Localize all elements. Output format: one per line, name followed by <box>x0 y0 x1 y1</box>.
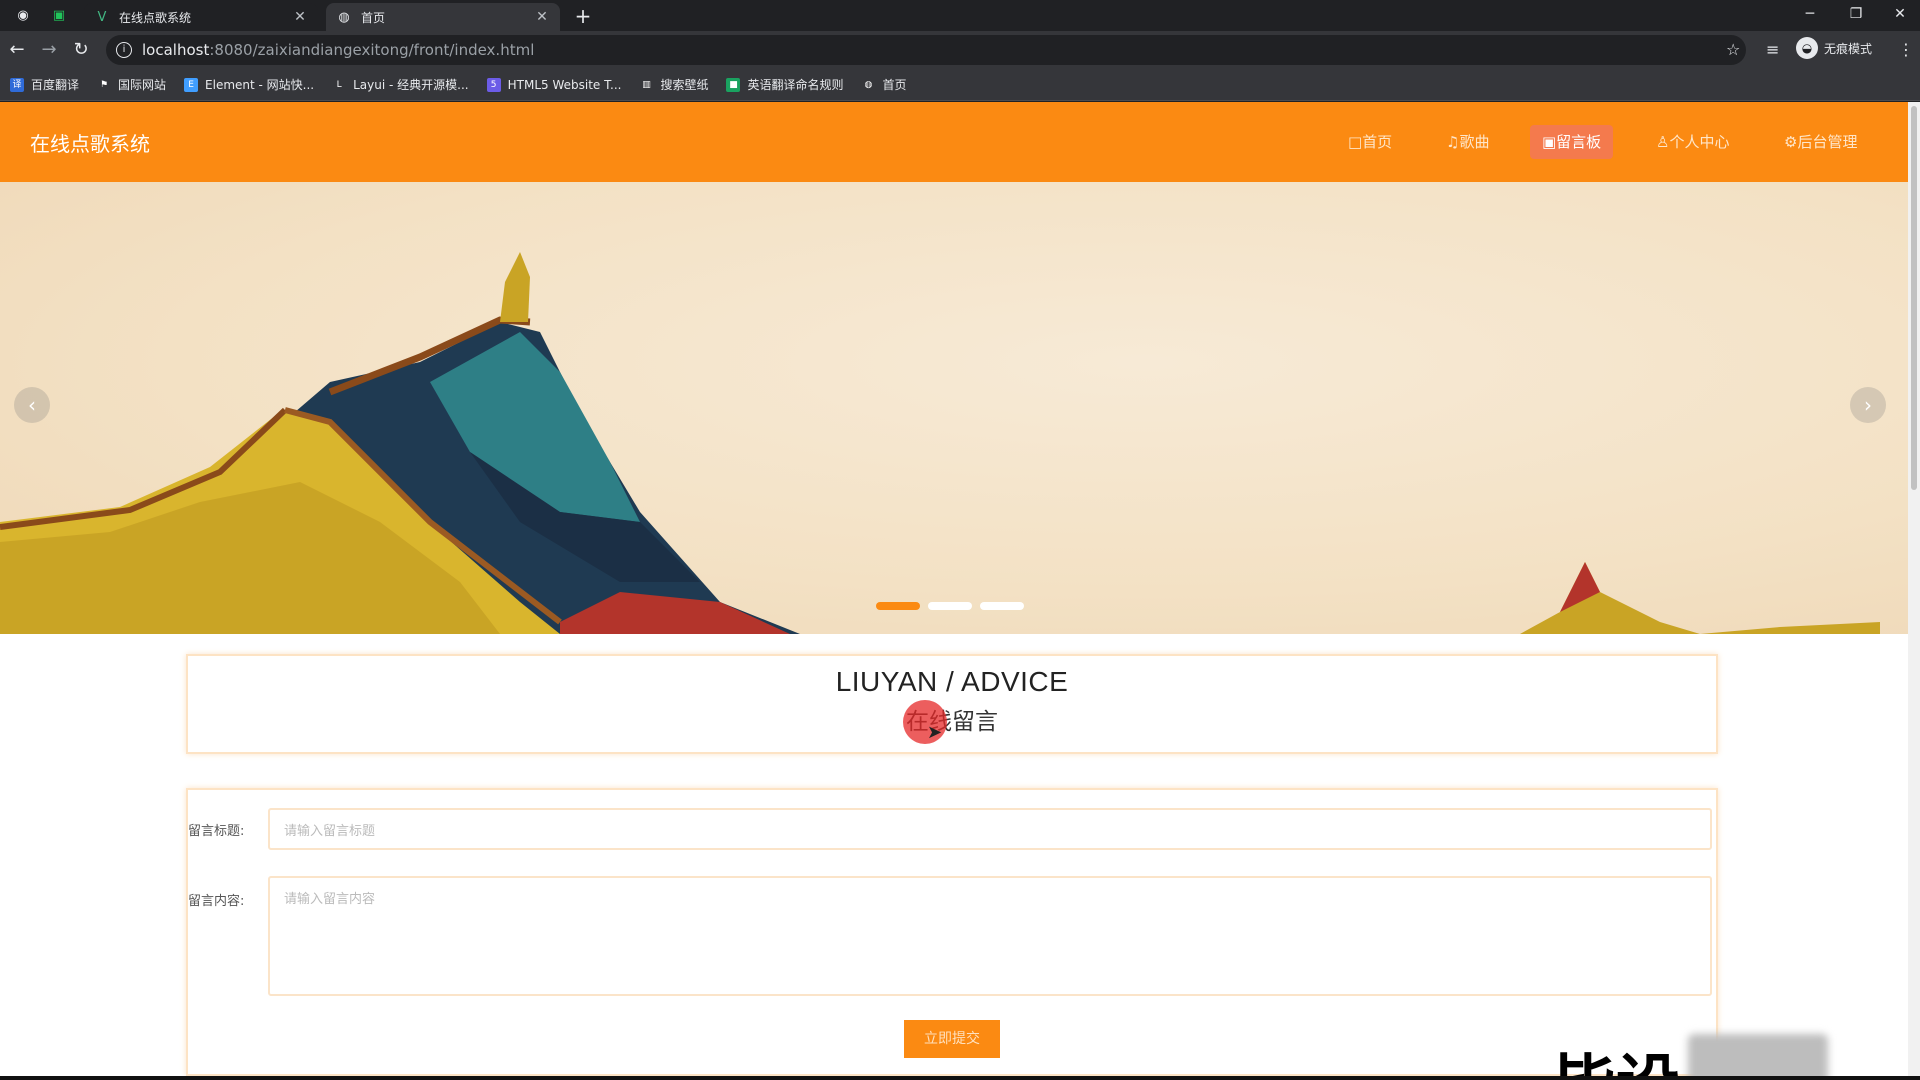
url-host: localhost <box>142 41 210 59</box>
browser-toolbar: ← → ↻ i localhost :8080/zaixiandiangexit… <box>0 31 1920 69</box>
profile-label: 无痕模式 <box>1824 41 1873 56</box>
tab-title: 首页 <box>361 10 386 25</box>
banner-carousel[interactable]: ‹ › <box>0 182 1908 634</box>
content-label: 留言内容: <box>188 894 245 909</box>
page-viewport: 在线点歌系统 □首页 ♫歌曲 ▣留言板 ♙个人中心 ⚙后台管理 ‹ › LIUY… <box>0 102 1908 1076</box>
tab-title: 在线点歌系统 <box>119 10 192 25</box>
palace-roof-image <box>0 252 1880 634</box>
element-icon: E <box>184 77 199 92</box>
close-icon[interactable]: ✕ <box>292 9 308 25</box>
translate-icon: ■ <box>726 77 741 92</box>
carousel-next-button[interactable]: › <box>1850 387 1886 423</box>
star-icon[interactable]: ☆ <box>1726 39 1740 61</box>
incognito-icon: ◒ <box>1796 37 1818 59</box>
watermark-text: 毕设 <box>1552 1034 1680 1076</box>
nav-home[interactable]: □首页 <box>1336 125 1404 159</box>
carousel-dot[interactable] <box>928 602 972 610</box>
bookmark-label: HTML5 Website T... <box>507 77 622 92</box>
info-icon[interactable]: i <box>116 42 132 58</box>
bookmark-naming[interactable]: ■ 英语翻译命名规则 <box>726 76 843 93</box>
mouse-cursor-icon: ➤ <box>927 722 943 743</box>
vue-icon: V <box>97 9 107 25</box>
watermark: 毕设 <box>1552 1034 1828 1076</box>
bookmark-layui[interactable]: L Layui - 经典开源模... <box>332 76 469 93</box>
close-icon[interactable]: ✕ <box>534 9 550 25</box>
scrollbar-thumb[interactable] <box>1911 106 1917 490</box>
carousel-dot[interactable] <box>876 602 920 610</box>
tab-zaixian[interactable]: V 在线点歌系统 ✕ <box>84 3 318 31</box>
bookmark-label: 搜索壁纸 <box>660 78 709 92</box>
bookmark-html5[interactable]: 5 HTML5 Website T... <box>486 77 622 92</box>
bookmark-baidu-translate[interactable]: 译百度翻译 <box>10 76 79 93</box>
site-header: 在线点歌系统 □首页 ♫歌曲 ▣留言板 ♙个人中心 ⚙后台管理 <box>0 102 1908 182</box>
bookmark-home[interactable]: ◍ 首页 <box>861 76 907 93</box>
carousel-prev-button[interactable]: ‹ <box>14 387 50 423</box>
blurred-region <box>1688 1034 1828 1076</box>
globe-icon: ◍ <box>338 9 350 25</box>
message-form: 留言标题: 请输入留言标题 留言内容: 请输入留言内容 立即提交 <box>186 788 1718 1076</box>
browser-window: ◉ ▣ V 在线点歌系统 ✕ ◍ 首页 ✕ + ─ ❐ ✕ ← → ↻ i lo… <box>0 0 1920 1080</box>
content-textarea[interactable]: 请输入留言内容 <box>268 876 1712 996</box>
restore-button[interactable]: ❐ <box>1836 3 1876 25</box>
nav-message-board[interactable]: ▣留言板 <box>1530 125 1614 159</box>
section-title-cn: 在线留言 <box>906 709 998 735</box>
back-button[interactable]: ← <box>6 39 28 61</box>
browser-menu-icon[interactable]: ◉ <box>14 6 32 24</box>
carousel-dot[interactable] <box>980 602 1024 610</box>
page-scrollbar[interactable] <box>1908 102 1920 1076</box>
minimize-button[interactable]: ─ <box>1790 3 1830 25</box>
submit-button[interactable]: 立即提交 <box>904 1020 1000 1058</box>
bookmark-international[interactable]: ⚑ 国际网站 <box>97 76 166 93</box>
flag-icon: ⚑ <box>99 79 109 90</box>
reading-list-icon[interactable]: ≡ <box>1766 39 1779 61</box>
html5-icon: 5 <box>486 77 501 92</box>
tab-strip: ◉ ▣ V 在线点歌系统 ✕ ◍ 首页 ✕ + ─ ❐ ✕ <box>0 0 1920 31</box>
tab-home[interactable]: ◍ 首页 ✕ <box>326 3 560 31</box>
incognito-profile[interactable]: ◒ 无痕模式 <box>1796 37 1872 59</box>
bookmarks-bar: 译百度翻译 ⚑ 国际网站 E Element - 网站快... L Layui - 经… <box>0 69 1920 101</box>
new-tab-button[interactable]: + <box>572 5 594 27</box>
close-window-button[interactable]: ✕ <box>1880 3 1920 25</box>
carousel-indicators <box>876 602 1032 610</box>
bookmark-wallpaper[interactable]: ▥ 搜索壁纸 <box>639 76 708 93</box>
title-label: 留言标题: <box>188 824 245 839</box>
bookmark-label: 百度翻译 <box>31 78 80 92</box>
globe-icon: ◍ <box>864 79 873 90</box>
bookmark-label: Element - 网站快... <box>205 78 315 92</box>
nav-admin[interactable]: ⚙后台管理 <box>1772 125 1869 159</box>
reload-button[interactable]: ↻ <box>70 39 92 61</box>
site-logo[interactable]: 在线点歌系统 <box>30 128 150 157</box>
bookmark-label: Layui - 经典开源模... <box>353 78 469 92</box>
url-path: :8080/zaixiandiangexitong/front/index.ht… <box>209 41 535 59</box>
app-icon[interactable]: ▣ <box>50 6 68 24</box>
title-input[interactable]: 请输入留言标题 <box>268 808 1712 850</box>
more-menu-icon[interactable]: ⋮ <box>1898 39 1914 61</box>
bottom-edge <box>0 1076 1920 1080</box>
bookmark-label: 首页 <box>882 78 907 92</box>
bookmark-label: 国际网站 <box>118 78 167 92</box>
baidu-translate-icon: 译 <box>10 77 24 92</box>
section-title-en: LIUYAN / ADVICE <box>835 666 1069 697</box>
bookmark-label: 英语翻译命名规则 <box>747 78 844 92</box>
nav-songs[interactable]: ♫歌曲 <box>1434 125 1501 159</box>
bookmark-element[interactable]: E Element - 网站快... <box>184 76 314 93</box>
nav-personal-center[interactable]: ♙个人中心 <box>1644 125 1741 159</box>
wallpaper-icon: ▥ <box>642 79 651 90</box>
address-bar[interactable]: i localhost :8080/zaixiandiangexitong/fr… <box>106 35 1746 65</box>
layui-icon: L <box>336 79 342 90</box>
section-title-box: LIUYAN / ADVICE 在线留言 <box>186 654 1718 754</box>
forward-button[interactable]: → <box>38 39 60 61</box>
